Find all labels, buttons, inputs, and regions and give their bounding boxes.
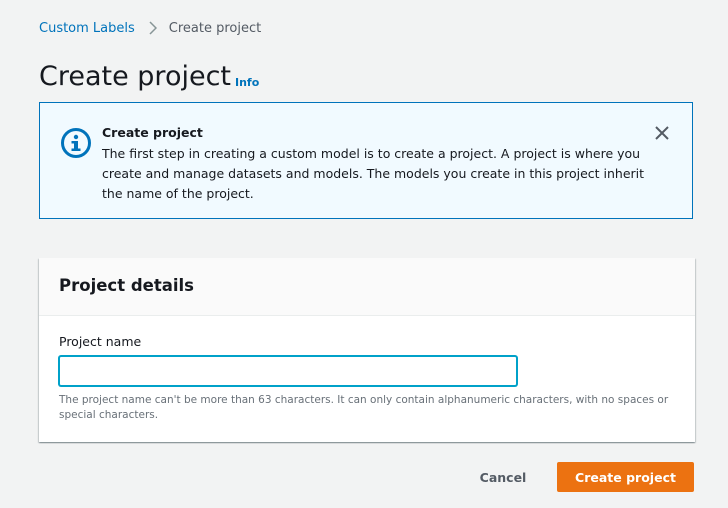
info-icon: [60, 127, 92, 159]
panel-header: Project details: [39, 258, 695, 316]
close-icon[interactable]: [654, 125, 670, 141]
panel-title: Project details: [59, 276, 194, 295]
alert-title: Create project: [102, 125, 203, 140]
info-link[interactable]: Info: [235, 76, 259, 89]
breadcrumb: Custom Labels Create project: [39, 18, 261, 38]
page-title: Create project: [39, 61, 232, 92]
alert-body: The first step in creating a custom mode…: [102, 146, 645, 201]
create-project-button[interactable]: Create project: [557, 462, 694, 492]
chevron-right-icon: [149, 21, 157, 35]
cancel-button[interactable]: Cancel: [467, 463, 539, 491]
info-alert: Create project The first step in creatin…: [39, 102, 693, 219]
breadcrumb-custom-labels-link[interactable]: Custom Labels: [39, 21, 135, 36]
project-name-hint: The project name can't be more than 63 c…: [59, 394, 669, 421]
project-name-input[interactable]: [59, 356, 517, 386]
breadcrumb-current: Create project: [168, 20, 262, 36]
project-name-label: Project name: [59, 334, 142, 349]
project-details-panel: Project details Project name The project…: [39, 258, 695, 442]
